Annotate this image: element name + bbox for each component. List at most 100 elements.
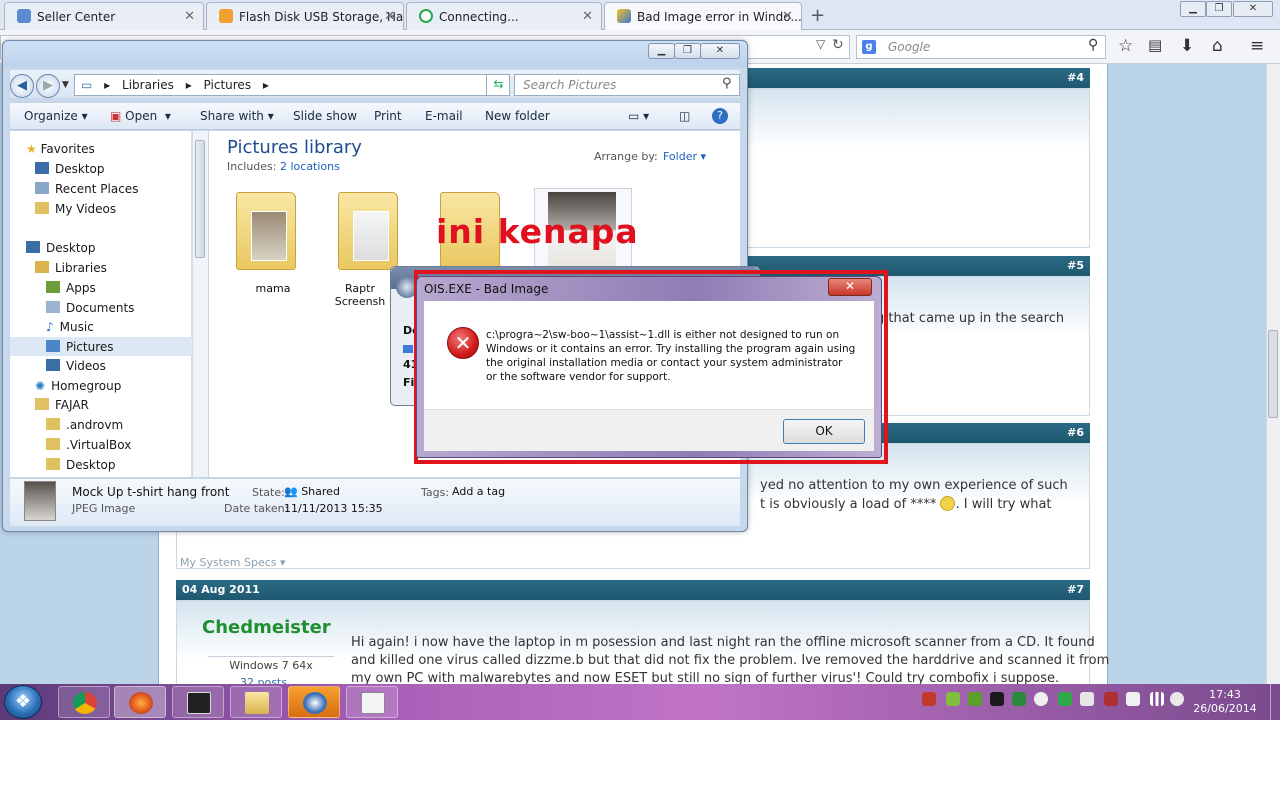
menu-icon[interactable]: ≡	[1250, 36, 1264, 56]
change-view-icon[interactable]: ▭ ▾	[628, 109, 649, 123]
close-tab-icon[interactable]: ✕	[582, 9, 593, 24]
nav-documents[interactable]: Documents	[46, 301, 134, 315]
maximize-icon[interactable]: ❐	[674, 43, 701, 59]
close-tab-icon[interactable]: ✕	[184, 9, 195, 24]
breadcrumb-pictures[interactable]: Pictures	[204, 78, 252, 92]
google-icon[interactable]: g	[862, 40, 876, 54]
flag-icon[interactable]	[1126, 692, 1140, 706]
tray-app-icon[interactable]	[968, 692, 982, 706]
taskbar-media-player[interactable]	[172, 686, 224, 718]
tab-connecting[interactable]: Connecting... ✕	[406, 2, 602, 30]
tray-app-icon[interactable]	[1012, 692, 1026, 706]
tray-app-icon[interactable]	[946, 692, 960, 706]
details-filetype: JPEG Image	[72, 502, 136, 515]
email-button[interactable]: E-mail	[425, 109, 463, 123]
url-dropdown-icon[interactable]: ▽	[816, 37, 825, 51]
help-icon[interactable]: ?	[712, 108, 728, 124]
folder-icon	[245, 692, 269, 714]
arrange-by-dropdown[interactable]: Folder ▾	[663, 150, 706, 163]
tab-bad-image[interactable]: Bad Image error in Windo... ✕	[604, 2, 802, 30]
print-button[interactable]: Print	[374, 109, 402, 123]
homegroup-icon: ✺	[35, 379, 46, 393]
share-with-label: Share with	[200, 109, 264, 123]
forward-icon[interactable]: ▶	[36, 74, 60, 98]
share-with-button[interactable]: Share with ▾	[200, 109, 274, 123]
tray-antivirus-icon[interactable]	[922, 692, 936, 706]
preview-pane-icon[interactable]: ◫	[679, 109, 690, 123]
organize-button[interactable]: Organize ▾	[24, 109, 88, 123]
maximize-window-icon[interactable]: ❐	[1206, 1, 1232, 17]
window-icon	[361, 692, 385, 714]
tray-app-icon[interactable]	[1058, 692, 1072, 706]
taskbar-window[interactable]	[346, 686, 398, 718]
includes-locations-link[interactable]: 2 locations	[280, 160, 340, 173]
nav-homegroup[interactable]: ✺ Homegroup	[35, 379, 121, 393]
nav-favorites[interactable]: ★ Favorites	[26, 142, 95, 156]
tray-app-icon[interactable]	[1034, 692, 1048, 706]
volume-icon[interactable]	[1170, 692, 1184, 706]
tray-app-icon[interactable]	[990, 692, 1004, 706]
nav-desktop[interactable]: Desktop	[26, 241, 96, 255]
nav-recent-places[interactable]: Recent Places	[35, 182, 138, 196]
nav-music[interactable]: ♪ Music	[46, 320, 94, 334]
close-tab-icon[interactable]: ✕	[782, 9, 793, 24]
bookmarks-menu-icon[interactable]: ▤	[1148, 36, 1162, 54]
tray-app-icon[interactable]	[1080, 692, 1094, 706]
nav-androvm[interactable]: .androvm	[46, 418, 123, 432]
downloads-icon[interactable]: ⬇	[1180, 36, 1194, 56]
breadcrumb-sep-icon: ▸	[262, 78, 269, 92]
nav-fajar[interactable]: FAJAR	[35, 398, 89, 412]
nav-virtualbox[interactable]: .VirtualBox	[46, 438, 131, 452]
open-button[interactable]: ▣ Open ▾	[110, 109, 171, 123]
nav-scrollbar-thumb[interactable]	[195, 140, 205, 258]
add-tag-field[interactable]: Add a tag	[452, 485, 505, 498]
new-tab-icon[interactable]: +	[810, 5, 825, 26]
new-folder-button[interactable]: New folder	[485, 109, 550, 123]
breadcrumb-libraries[interactable]: Libraries	[122, 78, 174, 92]
close-window-icon[interactable]: ✕	[1233, 1, 1273, 17]
taskbar-explorer[interactable]	[230, 686, 282, 718]
home-icon[interactable]: ⌂	[1212, 36, 1223, 56]
tray-app-icon[interactable]	[1104, 692, 1118, 706]
bookmark-star-icon[interactable]: ☆	[1118, 36, 1133, 56]
nav-pictures[interactable]: Pictures	[46, 340, 114, 354]
close-icon[interactable]: ✕	[700, 43, 740, 59]
nav-desktop-fav[interactable]: Desktop	[35, 162, 105, 176]
nav-apps[interactable]: Apps	[46, 281, 96, 295]
tab-flash-disk[interactable]: Flash Disk USB Storage, Ha... ✕	[206, 2, 404, 30]
nav-desktop-user[interactable]: Desktop	[46, 458, 116, 472]
explorer-search-input[interactable]: Search Pictures	[514, 74, 740, 96]
start-button[interactable]: ❖	[4, 685, 42, 719]
reload-icon[interactable]: ↻	[832, 37, 844, 53]
explorer-title-bar[interactable]	[3, 41, 747, 67]
tab-seller-center[interactable]: Seller Center ✕	[4, 2, 204, 30]
recent-pages-icon[interactable]: ▼	[62, 80, 69, 90]
minimize-icon[interactable]: ▁	[648, 43, 675, 59]
taskbar-firefox[interactable]	[114, 686, 166, 718]
taskbar-chrome[interactable]	[58, 686, 110, 718]
show-desktop-button[interactable]	[1270, 684, 1280, 720]
nav-my-videos[interactable]: My Videos	[35, 202, 116, 216]
folder-mama[interactable]	[236, 192, 296, 270]
taskbar-ois[interactable]	[288, 686, 340, 718]
refresh-icon[interactable]: ⇆	[486, 74, 510, 96]
folder-raptr-screenshots[interactable]	[338, 192, 398, 270]
nav-libraries[interactable]: Libraries	[35, 261, 107, 275]
file-label: Raptr Screensh	[334, 282, 386, 308]
ok-button[interactable]: OK	[783, 419, 865, 444]
back-icon[interactable]: ◀	[10, 74, 34, 98]
breadcrumb[interactable]: ▭ ▸ Libraries ▸ Pictures ▸	[74, 74, 510, 96]
minimize-window-icon[interactable]: ▁	[1180, 1, 1206, 17]
close-tab-icon[interactable]: ✕	[384, 9, 395, 24]
page-scrollbar-thumb[interactable]	[1268, 330, 1278, 418]
dialog-close-icon[interactable]: ✕	[828, 278, 872, 296]
search-icon[interactable]: ⚲	[1088, 37, 1098, 53]
post-text: yed no attention to my own experience of…	[760, 478, 1068, 493]
network-icon[interactable]	[1150, 692, 1164, 706]
nav-videos[interactable]: Videos	[46, 359, 106, 373]
slide-show-button[interactable]: Slide show	[293, 109, 357, 123]
search-icon[interactable]: ⚲	[722, 76, 732, 91]
system-specs-link[interactable]: My System Specs ▾	[180, 556, 286, 569]
clock[interactable]: 17:43 26/06/2014	[1190, 688, 1260, 716]
username-link[interactable]: Chedmeister	[202, 617, 331, 638]
